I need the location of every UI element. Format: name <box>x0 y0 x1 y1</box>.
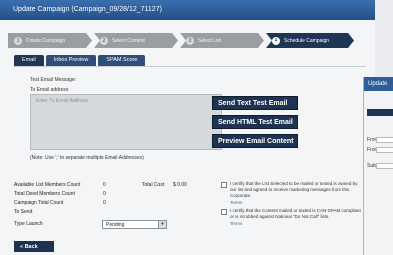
wizard-step-create-campaign[interactable]: 1 Create Campaign <box>8 33 92 48</box>
campaign-total-label: Campaign Total Count <box>14 200 64 206</box>
email-separator-note: (Note: Use ';' to separate multiple Emai… <box>30 155 144 161</box>
certify-content-text: I certify that the Content mailed or tex… <box>230 208 361 219</box>
type-launch-label: Type Launch <box>14 221 43 227</box>
send-html-test-email-button[interactable]: Send HTML Test Email <box>212 115 298 129</box>
send-text-test-email-button[interactable]: Send Text Test Email <box>212 96 298 110</box>
update-campaign-window: Update Campaign (Campaign_09/28/12_71127… <box>0 0 375 255</box>
deed-members-label: Total Deed Members Count <box>14 191 75 197</box>
tab-email[interactable]: Email <box>14 55 44 66</box>
certify-list-text: I certify that the List Selected to be m… <box>230 181 358 198</box>
overlay-tab-bar <box>367 109 393 116</box>
step-number: 1 <box>14 37 22 45</box>
step-number: 4 <box>272 37 280 45</box>
overlay-subject-input[interactable] <box>376 163 393 169</box>
overlay-title: Update <box>364 77 393 91</box>
to-send-label: To Send <box>14 209 33 215</box>
test-email-label: Test Email Message: <box>30 77 77 83</box>
total-cost-label: Total Cost <box>142 182 165 188</box>
overlay-from-input[interactable] <box>376 137 393 143</box>
type-launch-value: Pending <box>106 222 125 228</box>
wizard-step-select-list[interactable]: 3 Select List <box>180 33 264 48</box>
wizard-step-select-content[interactable]: 2 Select Content <box>94 33 178 48</box>
to-email-textarea[interactable]: Enter To Email Address <box>30 94 222 150</box>
preview-email-content-button[interactable]: Preview Email Content <box>212 134 298 148</box>
overlay-from-name-input[interactable] <box>376 147 393 153</box>
available-members-label: Available List Members Count <box>14 182 81 188</box>
deed-members-value: 0 <box>103 191 106 197</box>
to-email-label: To Email address <box>30 87 69 93</box>
overlay-window: Update From From Subje <box>363 77 393 255</box>
type-launch-select[interactable]: Pending ▼ <box>102 220 167 229</box>
step-number: 3 <box>186 37 194 45</box>
tab-inbox-preview[interactable]: Inbox Preview <box>45 55 97 66</box>
total-cost-value: $ 0.00 <box>173 182 187 188</box>
tab-spam-score[interactable]: SPAM Score <box>98 55 146 66</box>
available-members-value: 0 <box>103 182 106 188</box>
campaign-total-value: 0 <box>103 200 106 206</box>
campaign-wizard: 1 Create Campaign 2 Select Content 3 Sel… <box>8 32 356 49</box>
step-number: 2 <box>100 37 108 45</box>
terms-link[interactable]: Terms <box>230 221 242 226</box>
content-tabs: Email Inbox Preview SPAM Score <box>14 55 147 66</box>
back-button[interactable]: « Back <box>14 241 54 252</box>
chevron-down-icon: ▼ <box>158 221 166 228</box>
certify-content-checkbox[interactable] <box>221 209 227 215</box>
step-label: Schedule Campaign <box>284 37 330 44</box>
step-label: Create Campaign <box>26 37 66 44</box>
step-label: Select Content <box>112 37 145 44</box>
window-title: Update Campaign (Campaign_09/28/12_71127… <box>0 0 375 20</box>
certify-list-checkbox[interactable] <box>221 182 227 188</box>
wizard-step-schedule-campaign[interactable]: 4 Schedule Campaign <box>266 33 354 48</box>
terms-link[interactable]: Terms <box>230 200 242 205</box>
step-label: Select List <box>198 37 222 44</box>
